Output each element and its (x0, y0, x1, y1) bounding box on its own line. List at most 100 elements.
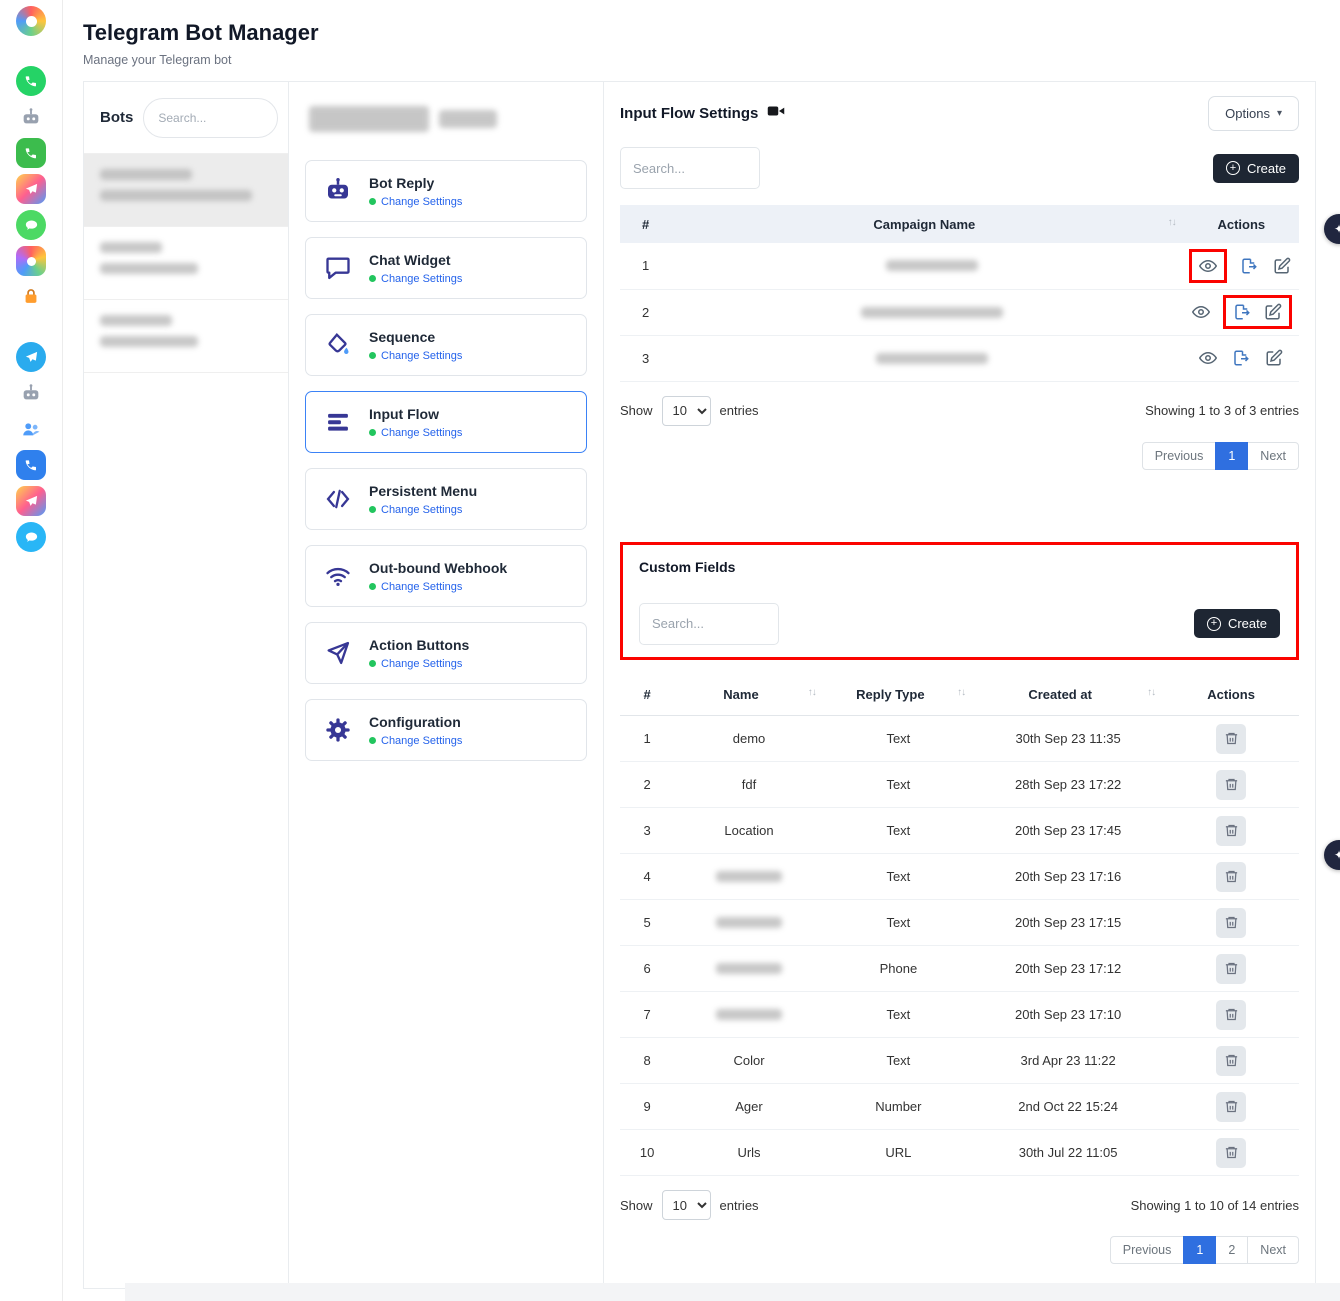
table-row: 5 Text 20th Sep 23 17:15 (620, 900, 1299, 946)
telegram-icon[interactable] (16, 342, 46, 372)
sort-icon[interactable]: ↑↓ (1147, 687, 1155, 698)
delete-button[interactable] (1216, 724, 1246, 754)
edit-icon[interactable] (1263, 347, 1285, 369)
telegram-multicolor-icon[interactable] (16, 174, 46, 204)
cf-created-at: 2nd Oct 22 15:24 (973, 1084, 1163, 1130)
entries-label: entries (720, 1198, 759, 1213)
bot-list-item[interactable] (84, 227, 288, 300)
settings-card-outbound-webhook[interactable]: Out-bound Webhook Change Settings (305, 545, 587, 607)
table-row: 1 demo Text 30th Sep 23 11:35 (620, 716, 1299, 762)
cf-name (674, 900, 823, 946)
page-2-button[interactable]: 2 (1215, 1236, 1248, 1264)
sparkle-icon: ✦ (1334, 222, 1340, 236)
delete-button[interactable] (1216, 1092, 1246, 1122)
edit-icon[interactable] (1262, 301, 1284, 323)
blurred-field-name (716, 917, 782, 928)
bots-search-input[interactable] (143, 98, 278, 138)
view-eye-icon[interactable] (1190, 301, 1212, 323)
export-icon[interactable] (1238, 255, 1260, 277)
shopping-bag-icon[interactable] (16, 282, 46, 312)
column-header-created-at[interactable]: Created at↑↓ (973, 674, 1163, 716)
create-campaign-button[interactable]: +Create (1213, 154, 1299, 183)
card-title: Out-bound Webhook (369, 560, 507, 576)
delete-button[interactable] (1216, 908, 1246, 938)
delete-button[interactable] (1216, 1046, 1246, 1076)
export-icon[interactable] (1231, 301, 1253, 323)
cf-num: 3 (620, 808, 674, 854)
campaign-search-input[interactable] (620, 147, 760, 189)
input-flow-settings-title: Input Flow Settings (620, 105, 758, 122)
settings-card-action-buttons[interactable]: Action Buttons Change Settings (305, 622, 587, 684)
whatsapp-icon[interactable] (16, 66, 46, 96)
blurred-bot-name (100, 315, 172, 326)
phone-square-icon[interactable] (16, 450, 46, 480)
change-settings-link[interactable]: Change Settings (369, 658, 469, 670)
settings-card-bot-reply[interactable]: Bot Reply Change Settings (305, 160, 587, 222)
table-row: 10 Urls URL 30th Jul 22 11:05 (620, 1130, 1299, 1176)
options-button[interactable]: Options▾ (1208, 96, 1299, 131)
settings-card-sequence[interactable]: Sequence Change Settings (305, 314, 587, 376)
column-header-campaign-name[interactable]: Campaign Name↑↓ (681, 205, 1183, 243)
telegram-multicolor-icon-2[interactable] (16, 486, 46, 516)
change-settings-link[interactable]: Change Settings (369, 735, 462, 747)
bots-label: Bots (100, 109, 133, 126)
delete-button[interactable] (1216, 1138, 1246, 1168)
previous-page-button[interactable]: Previous (1110, 1236, 1185, 1264)
bot-list-item[interactable] (84, 300, 288, 373)
paper-plane-icon (319, 639, 357, 667)
whatsapp-square-icon[interactable] (16, 138, 46, 168)
page-size-select[interactable]: 10 (662, 1190, 711, 1220)
blurred-campaign-name (886, 260, 978, 271)
change-settings-link[interactable]: Change Settings (369, 581, 507, 593)
settings-card-persistent-menu[interactable]: Persistent Menu Change Settings (305, 468, 587, 530)
bot-icon-2[interactable] (16, 378, 46, 408)
blurred-bot-title-2 (439, 110, 497, 128)
custom-fields-search-input[interactable] (639, 603, 779, 645)
app-icon-rail (0, 0, 62, 1301)
custom-fields-tbody: 1 demo Text 30th Sep 23 11:35 2 fdf Text… (620, 716, 1299, 1176)
chat-green-icon[interactable] (16, 210, 46, 240)
user-group-icon[interactable] (16, 414, 46, 444)
next-page-button[interactable]: Next (1247, 1236, 1299, 1264)
export-icon[interactable] (1230, 347, 1252, 369)
delete-button[interactable] (1216, 770, 1246, 800)
custom-fields-section-annotation: Custom Fields +Create (620, 542, 1299, 660)
change-settings-link[interactable]: Change Settings (369, 504, 477, 516)
previous-page-button[interactable]: Previous (1142, 442, 1217, 470)
page-title: Telegram Bot Manager (83, 20, 1320, 46)
page-size-select[interactable]: 10 (662, 396, 711, 426)
delete-button[interactable] (1216, 954, 1246, 984)
app-logo-icon[interactable] (16, 6, 46, 36)
sort-icon[interactable]: ↑↓ (808, 687, 816, 698)
settings-card-input-flow[interactable]: Input Flow Change Settings (305, 391, 587, 453)
view-eye-icon[interactable] (1197, 347, 1219, 369)
sort-icon[interactable]: ↑↓ (957, 687, 965, 698)
sparkle-icon: ✦ (1334, 848, 1340, 862)
column-header-name[interactable]: Name↑↓ (674, 674, 823, 716)
page-1-button[interactable]: 1 (1183, 1236, 1216, 1264)
settings-card-configuration[interactable]: Configuration Change Settings (305, 699, 587, 761)
annotation-box (1223, 295, 1292, 329)
change-settings-link[interactable]: Change Settings (369, 350, 462, 362)
bot-icon[interactable] (16, 102, 46, 132)
view-eye-icon[interactable] (1197, 255, 1219, 277)
multicolor-app-icon[interactable] (16, 246, 46, 276)
delete-button[interactable] (1216, 862, 1246, 892)
change-settings-link[interactable]: Change Settings (369, 196, 462, 208)
entries-label: entries (720, 403, 759, 418)
change-settings-link[interactable]: Change Settings (369, 427, 462, 439)
edit-icon[interactable] (1271, 255, 1293, 277)
delete-button[interactable] (1216, 816, 1246, 846)
bot-list-item[interactable] (84, 154, 288, 227)
create-custom-field-button[interactable]: +Create (1194, 609, 1280, 638)
sort-icon[interactable]: ↑↓ (1168, 217, 1176, 228)
change-settings-link[interactable]: Change Settings (369, 273, 462, 285)
page-1-button[interactable]: 1 (1215, 442, 1248, 470)
column-header-reply-type[interactable]: Reply Type↑↓ (824, 674, 973, 716)
next-page-button[interactable]: Next (1247, 442, 1299, 470)
cf-reply-type: URL (824, 1130, 973, 1176)
chat-blue-icon[interactable] (16, 522, 46, 552)
delete-button[interactable] (1216, 1000, 1246, 1030)
status-dot-icon (369, 660, 376, 667)
settings-card-chat-widget[interactable]: Chat Widget Change Settings (305, 237, 587, 299)
